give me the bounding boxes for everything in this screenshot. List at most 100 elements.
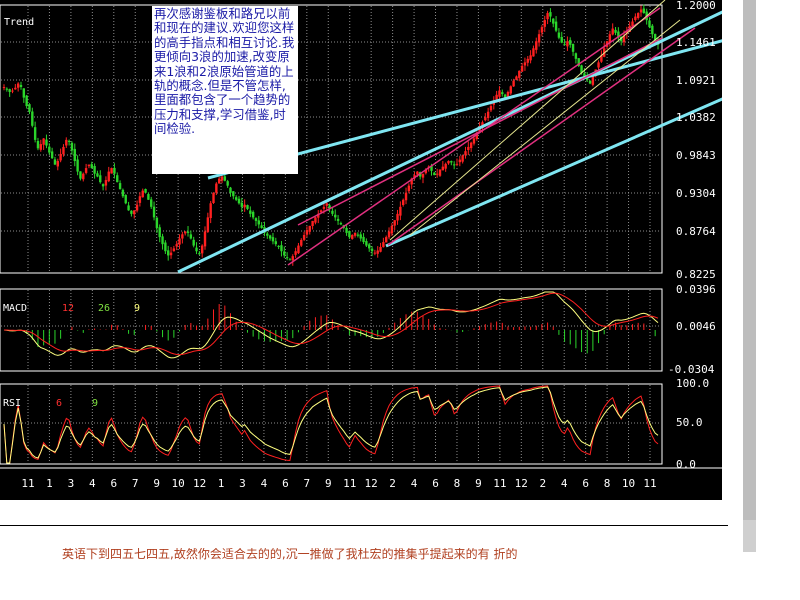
x-tick-label: 9 [325,477,332,490]
candle-body [8,89,11,92]
channel-inner-mid [297,37,663,226]
candle-body [308,225,311,232]
macd-panel-title: MACD [3,303,27,314]
x-tick-label: 4 [261,477,268,490]
candle-body [144,189,147,193]
candle-body [229,187,232,193]
x-tick-label: 9 [475,477,482,490]
candle-body [339,222,343,225]
candle-body [249,210,252,214]
candle-body [636,13,640,19]
candle-body [532,48,535,57]
footer-text: 英语下到四五七四五,故然你会适合去的的,沉一推做了我杜宏的推集乎提起来的有 折的 [62,548,518,560]
price-panel-title: Trend [4,17,34,28]
candle-body [399,206,402,216]
candle-body [56,161,59,167]
candle-body [73,148,76,162]
candle-body [181,234,184,239]
candle-body [260,225,263,228]
candle-body [223,176,227,181]
candle-body [130,210,133,214]
candle-body [334,214,337,218]
candle-body [639,9,643,13]
candle-body [189,234,193,239]
rsi-panel-title: RSI [3,398,21,409]
vertical-scrollbar[interactable] [743,0,756,552]
price-y-tick: 1.0921 [676,74,716,87]
candle-body [31,111,34,126]
x-tick-label: 9 [153,477,160,490]
candle-body [489,106,493,111]
candle-body [96,173,99,177]
macd-dif-line [3,291,659,359]
candle-body [175,244,178,247]
rsi-lines [3,385,659,464]
candle-body [331,210,334,214]
candle-body [277,245,280,247]
candle-body [634,16,637,20]
candle-body [325,203,328,206]
candle-body [133,210,136,215]
candle-body [526,58,529,63]
candle-body [529,55,532,61]
candle-body [50,151,54,159]
candle-body [495,94,498,100]
candle-body [257,220,261,225]
candle-body [520,65,524,72]
candle-body [540,27,544,33]
candle-body [387,231,391,238]
candle-body [472,138,476,144]
candle-body [104,180,108,186]
candle-body [232,191,235,197]
candle-body [62,146,65,155]
candle-body [118,183,122,190]
candle-body [614,29,617,33]
x-tick-label: 7 [304,477,311,490]
macd-param-slow: 26 [98,303,110,314]
scrollbar-thumb[interactable] [743,0,756,520]
candle-body [84,168,88,173]
candle-body [385,237,388,243]
candle-body [87,164,91,167]
x-tick-label: 7 [132,477,139,490]
candle-body [25,95,28,107]
candle-body [302,235,306,240]
x-tick-labels: 11 1 3 4 6 7 9 10 12 1 3 4 6 7 9 11 12 2 4 6 8 9 11 12 2 4 6 8 10 11 [21,477,656,490]
candle-body [560,37,563,43]
x-tick-label: 11 [493,477,506,490]
candle-body [268,235,272,239]
candle-body [183,231,187,234]
candle-body [254,218,258,221]
price-panel-frame [0,4,663,274]
candle-body [150,199,153,207]
candle-body [447,161,450,164]
candle-body [192,239,195,246]
candle-body [469,142,473,149]
candle-body [351,235,354,239]
candle-body [322,206,326,209]
candle-body [305,230,309,235]
x-tick-label: 4 [89,477,96,490]
candle-body [212,192,215,204]
candle-body [314,217,317,223]
candle-body [169,252,173,256]
price-y-tick: 0.9304 [676,187,716,200]
candle-body [155,217,159,228]
candle-body [288,259,292,261]
candle-body [147,194,150,200]
candle-body [393,220,396,226]
candle-body [99,175,102,183]
candle-body [464,151,467,156]
candle-body [435,173,439,175]
channel-inner-upper [287,7,661,266]
candle-body [571,44,575,52]
macd-param-fast: 12 [62,303,74,314]
candle-body [198,253,201,255]
candle-body [200,245,204,254]
candle-body [537,34,541,43]
candle-body [127,205,130,211]
candle-body [370,248,374,252]
x-tick-label: 3 [68,477,75,490]
divider [0,525,728,526]
candle-body [141,190,144,198]
